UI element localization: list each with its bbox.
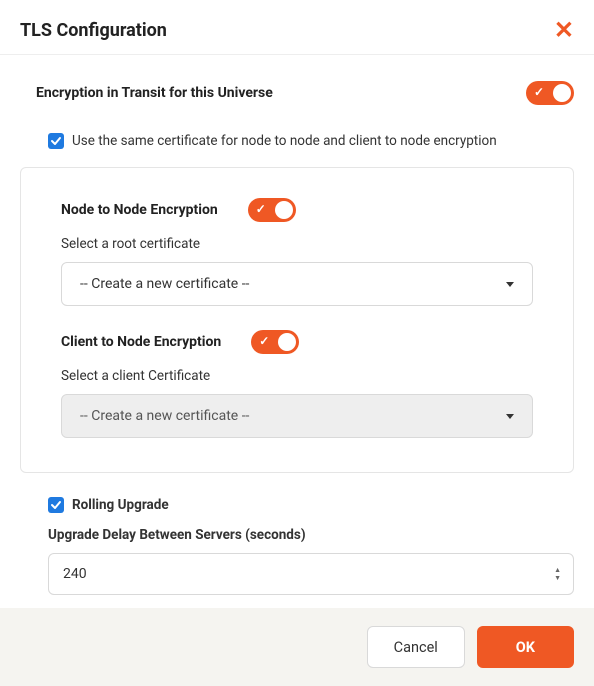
client-cert-label: Select a client Certificate (61, 368, 533, 384)
node-to-node-toggle[interactable]: ✓ (248, 198, 296, 222)
encryption-transit-label: Encryption in Transit for this Universe (20, 85, 273, 101)
same-cert-row: Use the same certificate for node to nod… (20, 133, 574, 149)
check-icon: ✓ (256, 202, 266, 216)
modal-body: Encryption in Transit for this Universe … (0, 55, 594, 608)
cancel-button[interactable]: Cancel (367, 626, 465, 668)
client-to-node-title: Client to Node Encryption (61, 334, 221, 350)
toggle-knob (275, 201, 293, 219)
number-stepper[interactable]: ▲ ▼ (554, 567, 561, 582)
root-cert-label: Select a root certificate (61, 236, 533, 252)
same-cert-checkbox[interactable] (48, 133, 64, 149)
upgrade-delay-label: Upgrade Delay Between Servers (seconds) (48, 527, 574, 543)
upgrade-delay-input[interactable]: 240 ▲ ▼ (48, 553, 574, 595)
modal-footer: Cancel OK (0, 608, 594, 686)
modal-header: TLS Configuration ✕ (0, 0, 594, 55)
node-to-node-title: Node to Node Encryption (61, 202, 218, 218)
root-cert-value: -- Create a new certificate -- (80, 276, 249, 292)
toggle-knob (278, 333, 296, 351)
rolling-upgrade-label: Rolling Upgrade (72, 497, 169, 513)
tls-config-modal: TLS Configuration ✕ Encryption in Transi… (0, 0, 594, 686)
same-cert-label: Use the same certificate for node to nod… (72, 133, 497, 149)
modal-title: TLS Configuration (20, 20, 167, 41)
check-icon: ✓ (534, 85, 544, 99)
check-icon: ✓ (259, 334, 269, 348)
client-cert-value: -- Create a new certificate -- (80, 408, 249, 424)
encryption-transit-row: Encryption in Transit for this Universe … (20, 81, 574, 105)
checkmark-icon (50, 135, 62, 147)
node-to-node-row: Node to Node Encryption ✓ (61, 198, 533, 222)
toggle-knob (553, 84, 571, 102)
client-to-node-row: Client to Node Encryption ✓ (61, 330, 533, 354)
cert-card: Node to Node Encryption ✓ Select a root … (20, 167, 574, 473)
rolling-upgrade-row: Rolling Upgrade (48, 497, 574, 513)
stepper-up-icon[interactable]: ▲ (554, 567, 561, 574)
chevron-down-icon (506, 282, 514, 287)
upgrade-delay-row: Upgrade Delay Between Servers (seconds) … (48, 527, 574, 595)
encryption-transit-toggle[interactable]: ✓ (526, 81, 574, 105)
stepper-down-icon[interactable]: ▼ (554, 575, 561, 582)
client-cert-select[interactable]: -- Create a new certificate -- (61, 394, 533, 438)
client-to-node-toggle[interactable]: ✓ (251, 330, 299, 354)
close-icon[interactable]: ✕ (554, 18, 574, 42)
chevron-down-icon (506, 414, 514, 419)
rolling-upgrade-checkbox[interactable] (48, 497, 64, 513)
root-cert-select[interactable]: -- Create a new certificate -- (61, 262, 533, 306)
ok-button[interactable]: OK (477, 626, 574, 668)
rolling-upgrade-block: Rolling Upgrade Upgrade Delay Between Se… (20, 497, 574, 595)
upgrade-delay-value: 240 (63, 566, 87, 582)
checkmark-icon (50, 499, 62, 511)
